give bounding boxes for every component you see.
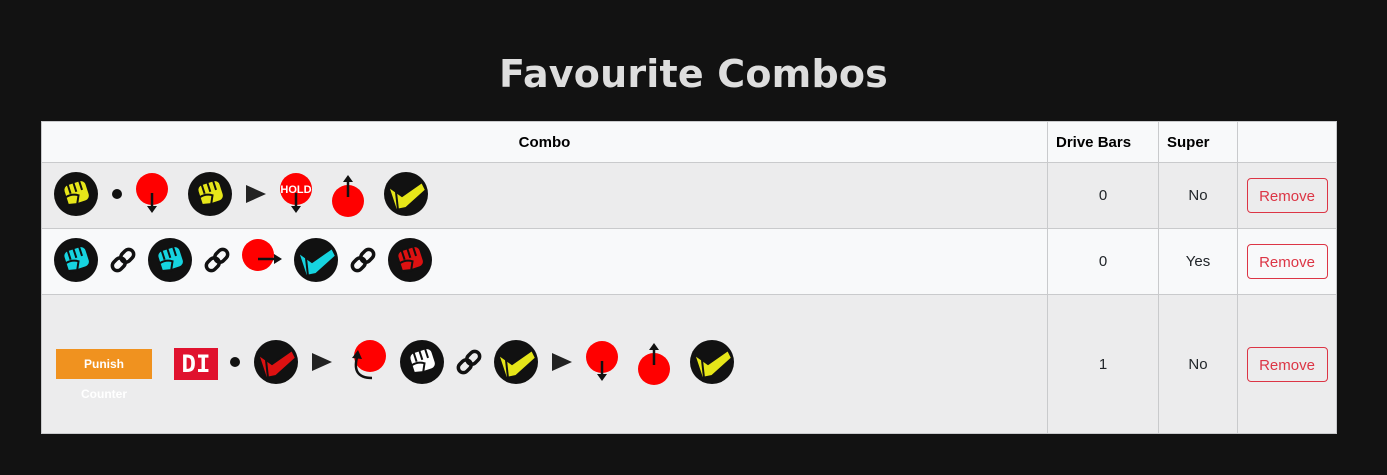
remove-button[interactable]: Remove — [1246, 244, 1328, 279]
table-row: 0 Yes Remove — [41, 228, 1337, 295]
table-row: Punish Counter DI 1 No Remove — [41, 294, 1337, 434]
drive-bars-column-header: Drive Bars — [1047, 121, 1159, 163]
combo-column-header: Combo — [41, 121, 1048, 163]
kick-red-icon — [252, 338, 300, 390]
combo-cell: Punish Counter DI — [41, 294, 1048, 434]
page-title: Favourite Combos — [499, 52, 888, 96]
super-cell: No — [1158, 162, 1238, 229]
actions-cell: Remove — [1237, 162, 1337, 229]
drive-impact-badge: DI — [174, 348, 218, 380]
punch-white-icon — [398, 338, 446, 390]
down-motion-icon — [584, 339, 628, 389]
followup-arrow-icon — [548, 350, 576, 378]
favourite-combos-table: Combo Drive Bars Super HOLD 0 No Remove … — [41, 121, 1337, 434]
link-icon — [348, 245, 378, 279]
svg-text:HOLD: HOLD — [280, 184, 311, 196]
combo-cell — [41, 228, 1048, 295]
forward-motion-icon — [240, 237, 284, 287]
kick-yellow-icon — [688, 338, 736, 390]
combo-cell: HOLD — [41, 162, 1048, 229]
punch-yellow-icon — [186, 170, 234, 222]
kick-cyan-icon — [292, 236, 340, 288]
drive-bars-cell: 0 — [1047, 228, 1159, 295]
combo-sequence: HOLD — [52, 170, 1047, 222]
punch-cyan-icon — [52, 236, 100, 288]
combo-sequence: Punish Counter DI — [52, 338, 1047, 401]
remove-button[interactable]: Remove — [1246, 346, 1328, 382]
link-icon — [454, 347, 484, 381]
table-row: HOLD 0 No Remove — [41, 162, 1337, 229]
combo-sequence — [52, 236, 1047, 288]
punch-yellow-icon — [52, 170, 100, 222]
remove-button[interactable]: Remove — [1246, 178, 1328, 213]
followup-arrow-icon — [242, 182, 270, 210]
up-motion-icon — [330, 171, 374, 221]
up-motion-icon — [636, 339, 680, 389]
kick-yellow-icon — [382, 170, 430, 222]
punish-counter-badge: Punish Counter — [56, 349, 152, 401]
actions-column-header — [1237, 121, 1337, 163]
punch-cyan-icon — [146, 236, 194, 288]
kick-yellow-icon — [492, 338, 540, 390]
dot-separator-icon — [108, 185, 126, 207]
super-column-header: Super — [1158, 121, 1238, 163]
dot-separator-icon — [226, 353, 244, 375]
super-cell: No — [1158, 294, 1238, 434]
super-cell: Yes — [1158, 228, 1238, 295]
down-motion-icon — [134, 171, 178, 221]
drive-bars-cell: 0 — [1047, 162, 1159, 229]
punch-red-icon — [386, 236, 434, 288]
table-header-row: Combo Drive Bars Super — [41, 121, 1337, 163]
followup-arrow-icon — [308, 350, 336, 378]
link-icon — [202, 245, 232, 279]
link-icon — [108, 245, 138, 279]
drive-bars-cell: 1 — [1047, 294, 1159, 434]
actions-cell: Remove — [1237, 294, 1337, 434]
quarter-circle-back-icon — [344, 338, 390, 390]
actions-cell: Remove — [1237, 228, 1337, 295]
hold-down-motion-icon: HOLD — [278, 171, 322, 221]
